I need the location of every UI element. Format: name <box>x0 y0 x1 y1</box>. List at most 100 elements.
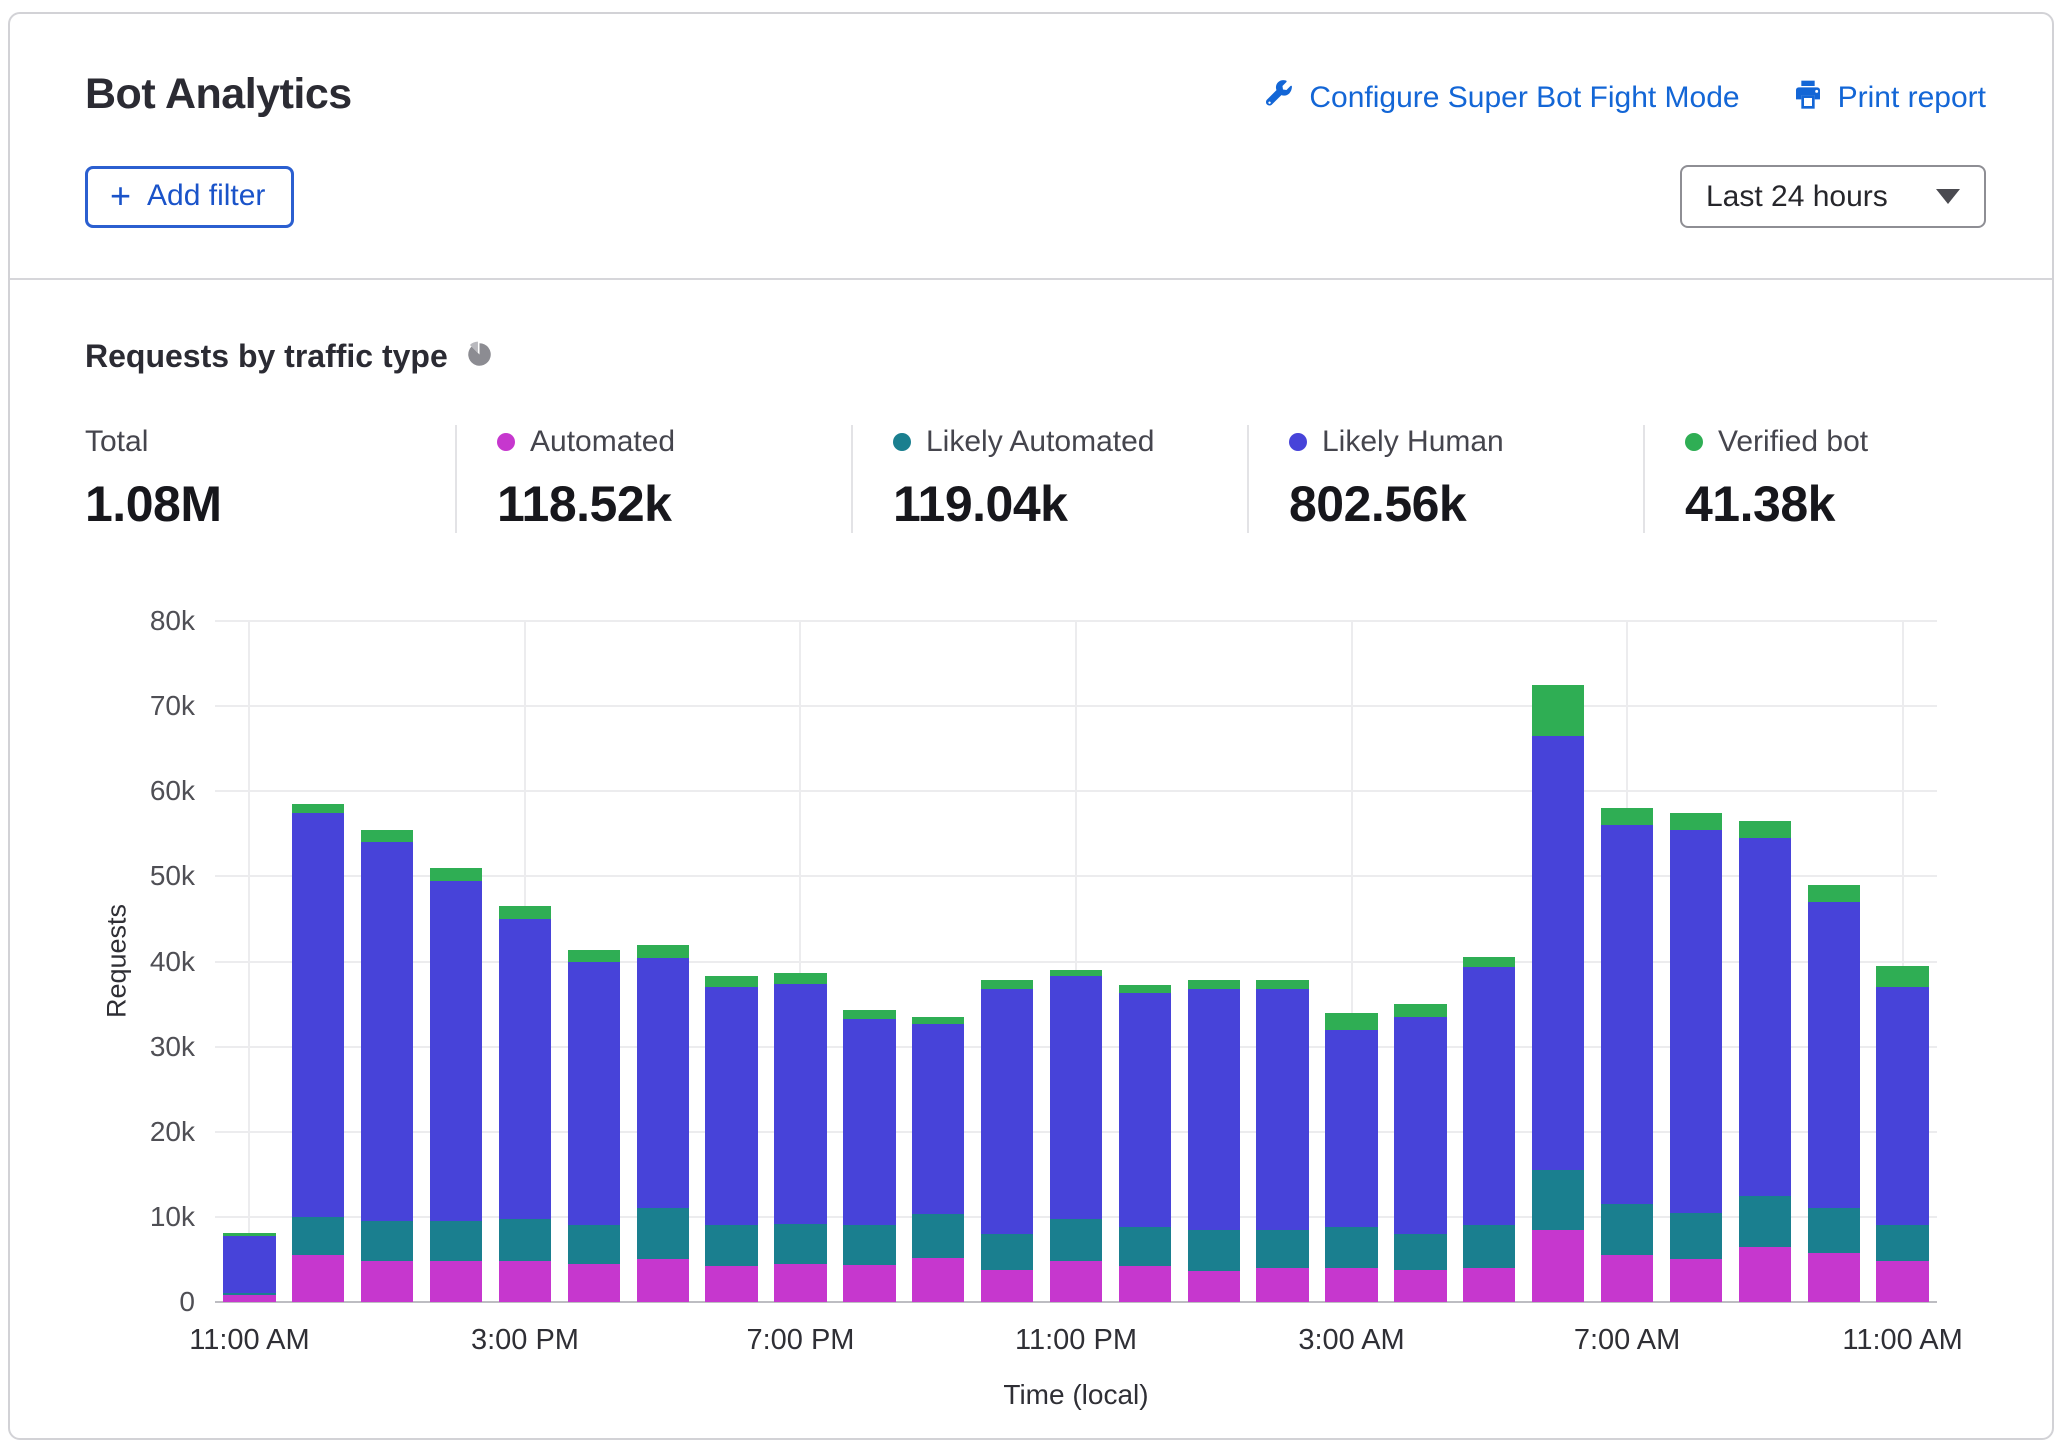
bar-column[interactable] <box>223 621 275 1302</box>
time-range-select[interactable]: Last 24 hours <box>1680 165 1986 228</box>
bar-column[interactable] <box>637 621 689 1302</box>
stat-likely-automated-value: 119.04k <box>893 475 1247 533</box>
bar-segment-likely-human <box>1394 1017 1446 1234</box>
stat-likely-human: Likely Human 802.56k <box>1247 425 1643 533</box>
bar-segment-verified-bot <box>1739 821 1791 838</box>
x-tick-label: 11:00 PM <box>1015 1324 1137 1357</box>
add-filter-button[interactable]: + Add filter <box>85 166 294 228</box>
bar-column[interactable] <box>430 621 482 1302</box>
bar-column[interactable] <box>1532 621 1584 1302</box>
stat-automated-label: Automated <box>530 425 675 459</box>
print-report-link[interactable]: Print report <box>1792 78 1986 118</box>
bar-segment-likely-human <box>1119 993 1171 1227</box>
bar-segment-likely-automated <box>361 1221 413 1261</box>
bar-column[interactable] <box>1119 621 1171 1302</box>
stat-likely-automated-label: Likely Automated <box>926 425 1154 459</box>
bar-column[interactable] <box>774 621 826 1302</box>
chevron-down-icon <box>1936 189 1960 204</box>
bar-segment-verified-bot <box>1463 957 1515 967</box>
bar-column[interactable] <box>1876 621 1928 1302</box>
bar-segment-verified-bot <box>1119 985 1171 994</box>
x-tick-label: 7:00 AM <box>1574 1324 1680 1357</box>
bar-segment-automated <box>1532 1230 1584 1302</box>
x-axis-title: Time (local) <box>215 1379 1937 1411</box>
bar-segment-likely-human <box>1188 989 1240 1230</box>
y-tick-label: 10k <box>150 1201 195 1233</box>
bar-segment-verified-bot <box>1325 1013 1377 1030</box>
y-tick-label: 50k <box>150 860 195 892</box>
bar-segment-automated <box>705 1266 757 1302</box>
bar-column[interactable] <box>361 621 413 1302</box>
bar-column[interactable] <box>843 621 895 1302</box>
y-axis-labels: 010k20k30k40k50k60k70k80k <box>85 621 195 1302</box>
bar-column[interactable] <box>1325 621 1377 1302</box>
configure-super-bot-fight-mode-link[interactable]: Configure Super Bot Fight Mode <box>1263 78 1739 118</box>
bar-segment-likely-automated <box>1050 1219 1102 1262</box>
x-tick-label: 3:00 PM <box>471 1324 579 1357</box>
bar-column[interactable] <box>1188 621 1240 1302</box>
bar-column[interactable] <box>1394 621 1446 1302</box>
bar-segment-likely-automated <box>1670 1213 1722 1260</box>
stat-total-label: Total <box>85 425 148 459</box>
bar-segment-automated <box>568 1264 620 1302</box>
likely-human-dot-icon <box>1289 433 1307 451</box>
bar-segment-verified-bot <box>843 1010 895 1019</box>
bar-segment-verified-bot <box>1876 966 1928 987</box>
x-tick-label: 7:00 PM <box>746 1324 854 1357</box>
x-tick-label: 3:00 AM <box>1298 1324 1404 1357</box>
bar-column[interactable] <box>705 621 757 1302</box>
bar-segment-likely-automated <box>223 1293 275 1296</box>
y-tick-label: 80k <box>150 605 195 637</box>
bar-segment-likely-human <box>1463 967 1515 1225</box>
bar-column[interactable] <box>499 621 551 1302</box>
add-filter-label: Add filter <box>147 179 265 213</box>
bar-column[interactable] <box>1739 621 1791 1302</box>
bar-column[interactable] <box>1670 621 1722 1302</box>
stats-row: Total 1.08M Automated 118.52k Likely Aut… <box>85 425 2052 533</box>
bar-segment-likely-automated <box>499 1219 551 1262</box>
bar-segment-likely-human <box>843 1019 895 1226</box>
pie-chart-icon <box>466 341 493 373</box>
bar-segment-verified-bot <box>1532 685 1584 736</box>
bar-column[interactable] <box>981 621 1033 1302</box>
bar-column[interactable] <box>292 621 344 1302</box>
bar-segment-automated <box>843 1265 895 1302</box>
bar-column[interactable] <box>912 621 964 1302</box>
bar-segment-likely-automated <box>1119 1227 1171 1266</box>
bar-column[interactable] <box>1050 621 1102 1302</box>
bar-segment-verified-bot <box>1188 980 1240 989</box>
header-links: Configure Super Bot Fight Mode Print rep… <box>1263 78 1986 118</box>
bar-segment-likely-human <box>637 958 689 1208</box>
bar-column[interactable] <box>1601 621 1653 1302</box>
y-tick-label: 20k <box>150 1116 195 1148</box>
bar-column[interactable] <box>1463 621 1515 1302</box>
page-title: Bot Analytics <box>85 70 352 119</box>
stat-automated: Automated 118.52k <box>455 425 851 533</box>
x-tick-label: 11:00 AM <box>189 1324 309 1357</box>
bar-segment-likely-human <box>1876 987 1928 1225</box>
bar-segment-automated <box>1050 1261 1102 1302</box>
card-header: Bot Analytics Configure Super Bot Fight … <box>10 14 2052 280</box>
bar-segment-likely-automated <box>1601 1204 1653 1255</box>
bar-segment-automated <box>1394 1270 1446 1302</box>
bar-column[interactable] <box>1808 621 1860 1302</box>
bar-segment-automated <box>1876 1261 1928 1302</box>
y-tick-label: 30k <box>150 1031 195 1063</box>
bar-column[interactable] <box>1256 621 1308 1302</box>
requests-chart: Requests 010k20k30k40k50k60k70k80k 11:00… <box>85 621 1985 1421</box>
bar-column[interactable] <box>568 621 620 1302</box>
bar-segment-likely-human <box>1532 736 1584 1170</box>
verified-bot-dot-icon <box>1685 433 1703 451</box>
bar-segment-verified-bot <box>499 906 551 919</box>
bar-segment-verified-bot <box>981 980 1033 989</box>
bar-segment-likely-human <box>912 1024 964 1215</box>
bar-segment-automated <box>1256 1268 1308 1302</box>
bar-segment-verified-bot <box>1394 1004 1446 1017</box>
bar-segment-likely-automated <box>1808 1208 1860 1252</box>
y-tick-label: 0 <box>179 1286 195 1318</box>
bar-segment-likely-automated <box>1739 1196 1791 1247</box>
bar-segment-automated <box>1463 1268 1515 1302</box>
bar-segment-likely-human <box>1050 976 1102 1219</box>
bar-segment-likely-automated <box>843 1225 895 1265</box>
bar-segment-verified-bot <box>774 973 826 983</box>
